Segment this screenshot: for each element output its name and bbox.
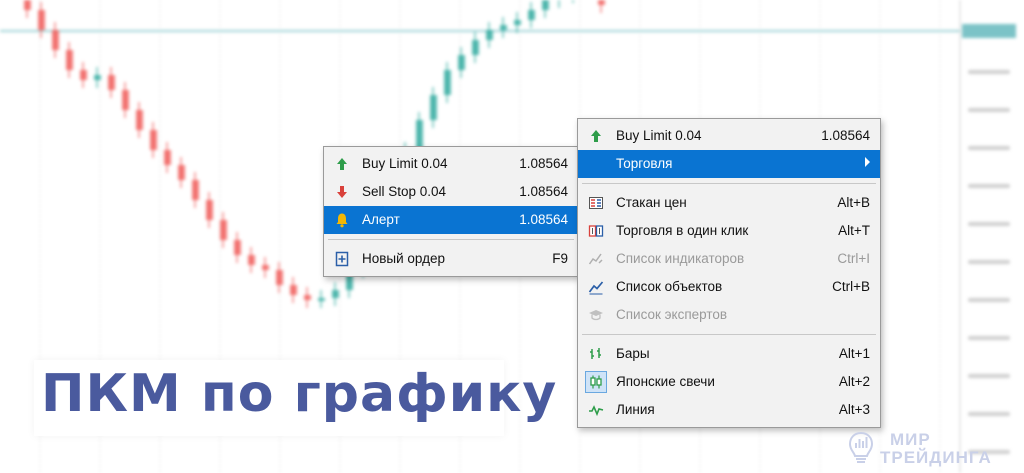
candle-body (248, 255, 255, 265)
price-tick-label (968, 146, 1010, 150)
buy-limit-icon (337, 158, 347, 170)
candle-body (178, 165, 185, 180)
candle-body (500, 25, 507, 30)
candle-body (514, 20, 521, 25)
candle-body (486, 30, 493, 40)
sell-stop-icon (337, 186, 347, 198)
line-chart-icon (589, 405, 604, 417)
price-tick-label (968, 336, 1010, 340)
bars-icon (590, 348, 601, 359)
price-tick-label (968, 374, 1010, 378)
new-order-icon (335, 251, 349, 267)
candle-body (290, 285, 297, 295)
price-tick-label (968, 108, 1010, 112)
chart-context-menu: Buy Limit 0.04 1.08564 Торговля Стакан ц… (577, 118, 881, 428)
buy-limit-icon (591, 130, 601, 142)
candle-body (276, 270, 283, 285)
price-tick-label (968, 260, 1010, 264)
price-tick-label (968, 184, 1010, 188)
candle-body (136, 110, 143, 130)
menu-depth-of-market[interactable]: Стакан цен Alt+B (578, 189, 880, 217)
submenu-arrow-icon (865, 157, 870, 167)
caption-text: ПКМ по графику (41, 364, 558, 424)
logo-line2: ТРЕЙДИНГА (880, 448, 992, 467)
current-price-tag (962, 24, 1016, 38)
candle-body (52, 30, 59, 50)
indicators-list-icon (588, 253, 603, 265)
candle-body (472, 40, 479, 55)
menu-separator (582, 334, 876, 335)
logo-line1: МИР (890, 430, 931, 449)
candle-body (262, 265, 269, 270)
alert-bell-icon (336, 213, 348, 228)
candle-body (304, 295, 311, 300)
candle-body (598, 0, 605, 5)
site-logo: МИР ТРЕЙДИНГА (846, 428, 1016, 470)
candle-body (150, 130, 157, 150)
one-click-trading-icon (588, 225, 604, 237)
submenu-alert[interactable]: Алерт 1.08564 (324, 206, 578, 234)
menu-experts-list[interactable]: Список экспертов (578, 301, 880, 329)
candle-body (318, 298, 325, 301)
candle-body (430, 95, 437, 120)
submenu-new-order[interactable]: Новый ордер F9 (324, 245, 578, 273)
menu-bars[interactable]: Бары Alt+1 (578, 340, 880, 368)
candle-body (542, 0, 549, 10)
price-tick-label (968, 298, 1010, 302)
candle-body (164, 150, 171, 165)
menu-separator (328, 239, 574, 240)
candle-body (24, 0, 31, 10)
price-tick-label (968, 222, 1010, 226)
experts-list-icon (589, 310, 603, 321)
trade-submenu: Buy Limit 0.04 1.08564 Sell Stop 0.04 1.… (323, 146, 579, 277)
candle-body (206, 200, 213, 220)
candle-body (38, 10, 45, 30)
candle-body (234, 240, 241, 255)
submenu-sell-stop[interactable]: Sell Stop 0.04 1.08564 (324, 178, 578, 206)
price-tick-label (968, 70, 1010, 74)
logo-mark-icon (848, 431, 874, 463)
candle-body (108, 75, 115, 90)
menu-buy-limit[interactable]: Buy Limit 0.04 1.08564 (578, 122, 880, 150)
menu-trading[interactable]: Торговля (578, 150, 880, 178)
submenu-buy-limit[interactable]: Buy Limit 0.04 1.08564 (324, 150, 578, 178)
objects-list-icon (588, 281, 604, 295)
menu-separator (582, 183, 876, 184)
menu-line[interactable]: Линия Alt+3 (578, 396, 880, 424)
candle-body (444, 70, 451, 95)
menu-one-click-trading[interactable]: Торговля в один клик Alt+T (578, 217, 880, 245)
candle-body (220, 220, 227, 240)
candle-body (458, 55, 465, 70)
candle-body (122, 90, 129, 110)
candle-body (528, 10, 535, 20)
depth-of-market-icon (589, 197, 603, 209)
candle-body (80, 70, 87, 80)
candle-body (94, 75, 101, 80)
menu-candlesticks[interactable]: Японские свечи Alt+2 (578, 368, 880, 396)
menu-indicators-list[interactable]: Список индикаторов Ctrl+I (578, 245, 880, 273)
candle-body (192, 180, 199, 200)
caption-banner: ПКМ по графику (34, 360, 556, 436)
menu-objects-list[interactable]: Список объектов Ctrl+B (578, 273, 880, 301)
candlesticks-icon (590, 375, 602, 389)
candle-body (332, 290, 339, 298)
candle-body (66, 50, 73, 70)
price-tick-label (968, 412, 1010, 416)
